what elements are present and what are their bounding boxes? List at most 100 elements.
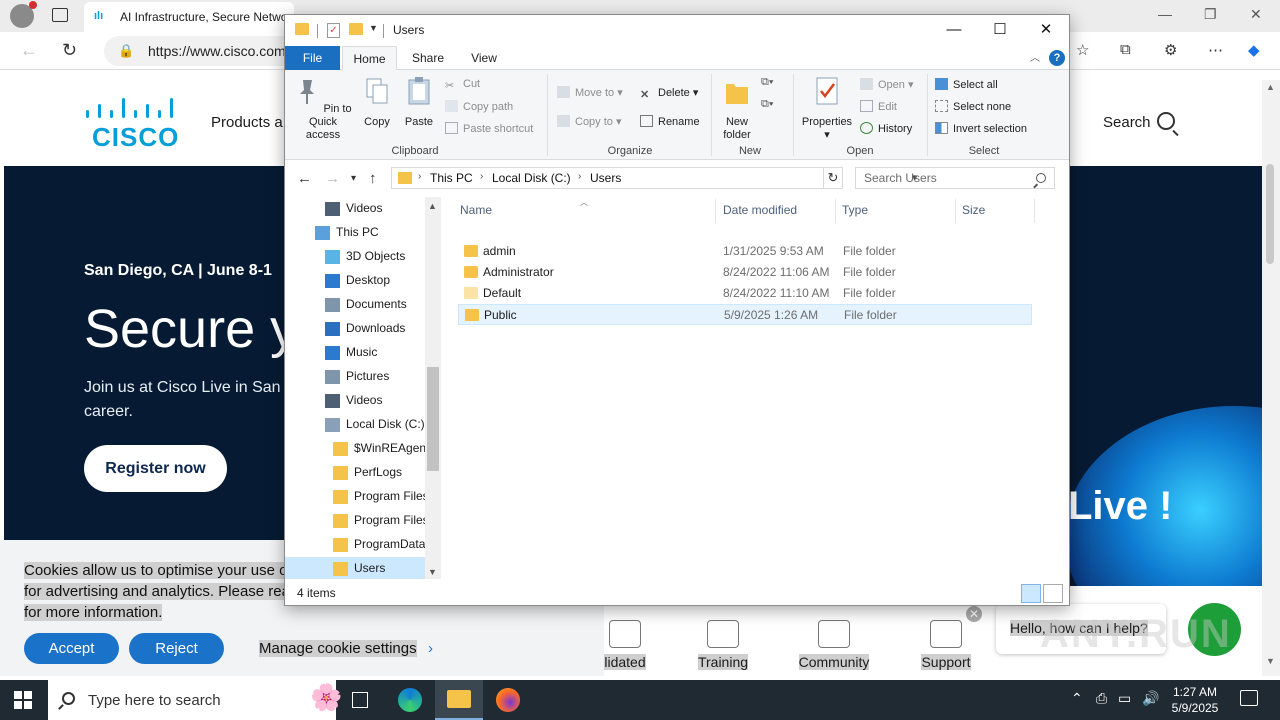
tray-overflow-chevron-icon[interactable]: ⌃ <box>1071 690 1083 707</box>
paste-shortcut-button[interactable]: Paste shortcut <box>445 122 533 135</box>
file-row[interactable]: Default 8/24/2022 11:10 AM File folder <box>458 283 1032 304</box>
file-row[interactable]: admin 1/31/2025 9:53 AM File folder <box>458 241 1032 262</box>
tree-item[interactable]: $WinREAgent <box>285 437 429 461</box>
tree-item[interactable]: Pictures <box>285 365 425 389</box>
browser-restore-button[interactable]: ❐ <box>1204 6 1217 23</box>
cisco-logo[interactable]: CISCO <box>84 96 184 152</box>
collections-icon[interactable]: ⧉ <box>1120 41 1131 58</box>
pin-to-quick-access-button[interactable]: Pin to Quick access <box>291 76 355 142</box>
delete-button[interactable]: ✕ Delete ▾ <box>640 86 698 101</box>
new-item-icon[interactable]: ⧉▾ <box>761 76 773 89</box>
file-row[interactable]: Administrator 8/24/2022 11:06 AM File fold… <box>458 262 1032 283</box>
tree-item[interactable]: Videos <box>285 389 425 413</box>
tree-item[interactable]: Downloads <box>285 317 425 341</box>
scroll-down-icon[interactable]: ▼ <box>1266 656 1275 666</box>
explorer-minimize-button[interactable]: — <box>931 15 977 45</box>
easy-access-icon[interactable]: ⧉▾ <box>761 98 773 111</box>
column-separator[interactable] <box>1034 199 1035 223</box>
tray-device-icon[interactable]: ⎙ <box>1096 690 1107 707</box>
register-now-button[interactable]: Register now <box>84 445 227 492</box>
navigation-pane-scroll-thumb[interactable] <box>427 367 439 471</box>
tab-actions-icon[interactable] <box>52 8 68 22</box>
tree-item[interactable]: PerfLogs <box>285 461 425 485</box>
network-icon[interactable]: ▭ <box>1118 690 1131 707</box>
select-none-button[interactable]: Select none <box>935 100 1011 113</box>
copy-path-button[interactable]: Copy path <box>445 100 513 113</box>
tree-item[interactable]: ProgramData <box>285 533 425 557</box>
chevron-right-icon[interactable]: › <box>428 640 433 657</box>
chat-close-icon[interactable]: ✕ <box>966 606 982 622</box>
navigation-pane[interactable]: Videos This PC 3D Objects Desktop Documents D… <box>285 197 441 579</box>
file-row[interactable]: Public 5/9/2025 1:26 AM File folder <box>458 304 1032 325</box>
breadcrumb-separator-icon[interactable]: › <box>480 171 483 182</box>
quick-link-community[interactable]: Community <box>789 610 879 670</box>
copy-to-button[interactable]: Copy to ▾ <box>557 115 622 128</box>
back-arrow-icon[interactable]: ← <box>297 170 312 187</box>
page-scrollbar[interactable]: ▲ ▼ <box>1262 80 1280 676</box>
column-separator[interactable] <box>835 199 836 223</box>
column-header-date-modified[interactable]: Date modified <box>723 203 797 217</box>
file-explorer-taskbar-button[interactable] <box>435 680 483 720</box>
breadcrumb-separator-icon[interactable]: › <box>418 171 421 182</box>
customize-quick-access-chevron-icon[interactable]: ▼ <box>369 23 378 33</box>
taskbar-clock[interactable]: 1:27 AM 5/9/2025 <box>1166 684 1224 716</box>
explorer-search-input[interactable]: Search Users <box>855 167 1055 189</box>
recent-locations-chevron-icon[interactable]: ▾ <box>351 173 356 184</box>
breadcrumb-this-pc[interactable]: This PC <box>430 171 473 185</box>
tree-item[interactable]: Documents <box>285 293 425 317</box>
up-arrow-icon[interactable]: ↑ <box>369 170 377 187</box>
tree-item[interactable]: Local Disk (C:) <box>285 413 425 437</box>
firefox-taskbar-button[interactable] <box>484 680 532 720</box>
explorer-maximize-button[interactable]: ☐ <box>977 15 1023 45</box>
rename-button[interactable]: Rename <box>640 115 700 128</box>
windows-start-icon[interactable] <box>14 691 32 709</box>
column-separator[interactable] <box>715 199 716 223</box>
open-button[interactable]: Open ▾ <box>860 78 914 91</box>
new-folder-quick-icon[interactable] <box>349 23 363 35</box>
explorer-close-button[interactable]: ✕ <box>1023 15 1069 45</box>
scroll-up-icon[interactable]: ▲ <box>1266 82 1275 92</box>
tree-item[interactable]: Music <box>285 341 425 365</box>
edge-taskbar-button[interactable] <box>386 680 434 720</box>
select-all-button[interactable]: Select all <box>935 78 998 91</box>
tab-share[interactable]: Share <box>403 46 453 70</box>
scroll-down-icon[interactable]: ▼ <box>428 567 437 577</box>
taskbar-search-box[interactable]: Type here to search 🌸 <box>48 680 342 720</box>
tree-item[interactable]: 3D Objects <box>285 245 425 269</box>
move-to-button[interactable]: Move to ▾ <box>557 86 623 99</box>
profile-avatar-icon[interactable] <box>10 1 37 28</box>
page-scroll-thumb[interactable] <box>1266 164 1274 264</box>
refresh-icon[interactable]: ↻ <box>823 167 843 189</box>
search-icon[interactable] <box>1157 112 1175 130</box>
invert-selection-button[interactable]: Invert selection <box>935 122 1027 135</box>
collapse-ribbon-chevron-icon[interactable]: ︿ <box>1030 49 1040 64</box>
explorer-title-bar[interactable]: ✓ ▼ Users — ☐ ✕ <box>285 15 1069 46</box>
tree-item[interactable]: Videos <box>285 197 425 221</box>
forward-arrow-icon[interactable]: → <box>325 170 340 187</box>
paste-button[interactable]: Paste <box>401 76 437 129</box>
browser-back-icon[interactable]: ← <box>20 40 38 61</box>
task-view-button[interactable] <box>336 680 384 720</box>
favorites-star-icon[interactable]: ☆ <box>1076 41 1089 59</box>
extensions-icon[interactable]: ⚙ <box>1164 41 1177 59</box>
details-view-icon[interactable] <box>1021 584 1041 603</box>
browser-reload-icon[interactable]: ↻ <box>62 40 77 61</box>
more-menu-icon[interactable]: ⋯ <box>1208 41 1223 59</box>
tree-item[interactable]: Program Files <box>285 485 429 509</box>
column-header-type[interactable]: Type <box>842 203 868 217</box>
breadcrumb-local-disk[interactable]: Local Disk (C:) <box>492 171 571 185</box>
scroll-up-icon[interactable]: ▲ <box>428 201 437 211</box>
column-header-size[interactable]: Size <box>962 203 985 217</box>
site-search-label[interactable]: Search <box>1103 114 1151 131</box>
navigation-pane-scrollbar[interactable]: ▲ ▼ <box>425 197 441 579</box>
edit-button[interactable]: Edit <box>860 100 897 113</box>
quick-link-training[interactable]: Training <box>678 610 768 670</box>
breadcrumb-separator-icon[interactable]: › <box>578 171 581 182</box>
browser-tab[interactable]: ılı AI Infrastructure, Secure Networ <box>84 2 294 32</box>
tree-item[interactable]: Users <box>285 557 425 579</box>
copy-button[interactable]: Copy <box>359 76 395 129</box>
properties-button[interactable]: Properties ▾ <box>799 76 855 142</box>
large-icons-view-icon[interactable] <box>1043 584 1063 603</box>
cookie-reject-button[interactable]: Reject <box>129 633 224 664</box>
lock-icon[interactable]: 🔒 <box>118 43 134 59</box>
